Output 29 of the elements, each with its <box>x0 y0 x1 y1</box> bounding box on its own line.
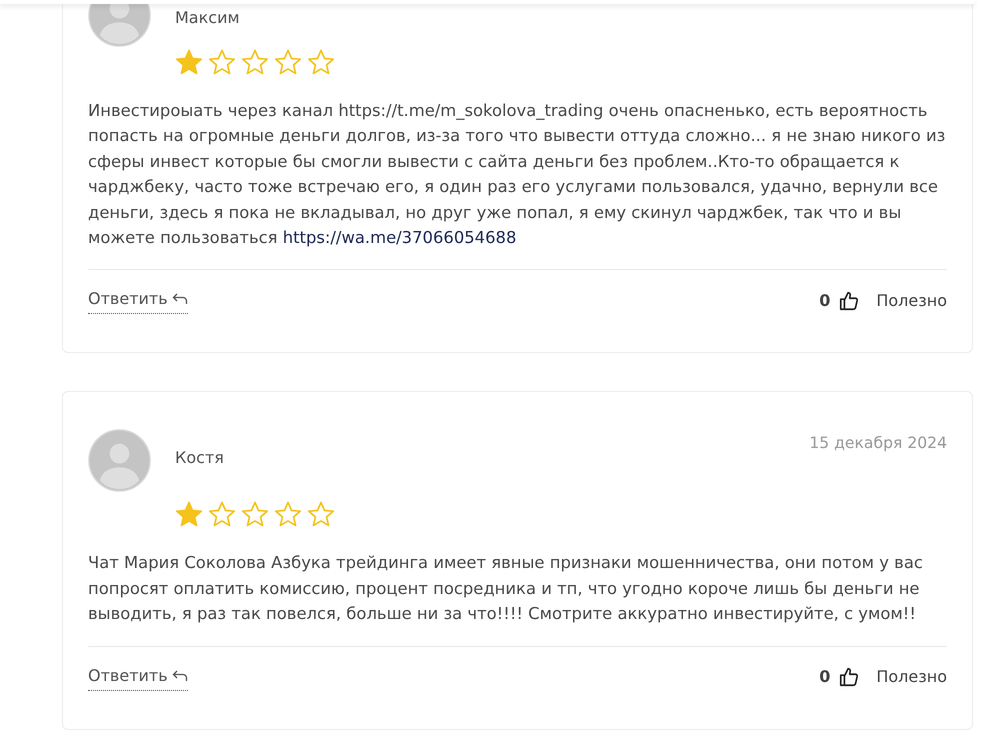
reply-icon <box>172 292 188 306</box>
review-date: 15 декабря 2024 <box>809 433 947 454</box>
author-name: Максим <box>175 7 240 29</box>
like-count: 0 <box>819 290 830 312</box>
review-text: Инвестироыать через канал https://t.me/m_sokolova_trading очень опасненько, есть вероятность попасть на огромные деньги долгов, из-за того что вывести оттуда сложно... я не знаю никого из сферы инвест которые бы смогли вывести с сайта деньги без проблем..Кто-то обращается к чарджбеку, часто тоже встречаю его, я один раз его услугами пользовался, удачно, вернули все деньги, здесь я пока не вкладывал, но друг уже попал, я ему скинул чарджбек, так что и вы можете пользоваться https://wa.me/37066054688 <box>88 100 946 250</box>
empty-star-icon <box>207 48 237 76</box>
like-button[interactable] <box>838 290 860 312</box>
like-count: 0 <box>819 666 830 688</box>
reply-link[interactable]: Ответить <box>88 664 188 691</box>
thumbs-up-icon <box>838 290 860 312</box>
empty-star-icon <box>273 48 303 76</box>
helpful-label: Полезно <box>876 290 947 312</box>
helpful-label: Полезно <box>876 666 947 688</box>
filled-star-icon <box>174 500 204 528</box>
avatar-icon <box>88 429 151 492</box>
review-text: Чат Мария Соколова Азбука трейдинга имеет явные признаки мошенничества, они потом у вас попросят оплатить комиссию, процент посредника и тп, что угодно короче лишь бы деньги не выводить, я раз так повелся, больше ни за что!!!! Смотрите аккуратно инвестируйте, с умом!! <box>88 552 924 626</box>
empty-star-icon <box>240 500 270 528</box>
author-name: Костя <box>175 447 224 470</box>
link[interactable]: https://wa.me/37066054688 <box>282 228 516 248</box>
thumbs-up-icon <box>838 666 860 688</box>
like-button[interactable] <box>838 666 860 688</box>
empty-star-icon <box>240 48 270 76</box>
empty-star-icon <box>306 48 336 76</box>
empty-star-icon <box>306 500 336 528</box>
empty-star-icon <box>207 500 237 528</box>
reply-icon <box>172 668 188 683</box>
filled-star-icon <box>174 48 204 76</box>
reply-link[interactable]: Ответить <box>88 287 188 314</box>
empty-star-icon <box>273 500 303 528</box>
